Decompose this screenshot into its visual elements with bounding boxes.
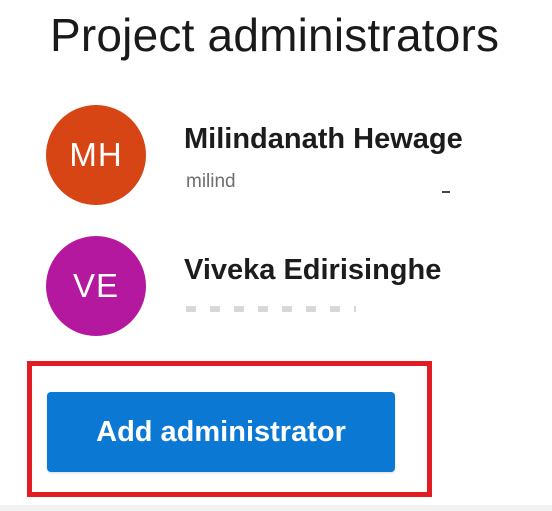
admin-name: Milindanath Hewage [184, 123, 463, 155]
redacted-username [186, 306, 356, 312]
avatar: MH [46, 105, 146, 205]
avatar: VE [46, 236, 146, 336]
admin-username: milind [186, 171, 236, 192]
panel-bottom-edge [0, 505, 552, 511]
add-administrator-button[interactable]: Add administrator [47, 392, 395, 472]
admin-row[interactable]: VE Viveka Edirisinghe [46, 236, 526, 336]
project-administrators-panel: Project administrators MH Milindanath He… [0, 0, 552, 511]
avatar-initials: VE [72, 267, 120, 304]
admin-name: Viveka Edirisinghe [184, 254, 442, 286]
administrators-list: MH Milindanath Hewage milind VE Viveka E… [0, 0, 552, 340]
avatar-initials: MH [69, 136, 123, 173]
admin-row[interactable]: MH Milindanath Hewage milind [46, 105, 526, 205]
redacted-mark [442, 191, 450, 193]
